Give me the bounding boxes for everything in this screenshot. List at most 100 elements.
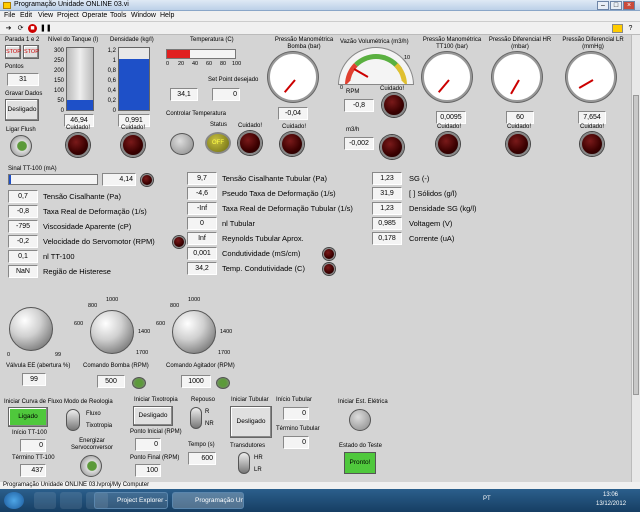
taskbar: Project Explorer - ... Programação Unida…: [0, 489, 640, 512]
pressao-tt100-label: Pressão Manométrica TT100 (bar): [422, 37, 482, 50]
task-programacao[interactable]: Programação Unida...: [172, 492, 244, 509]
ligar-flush-label: Ligar Flush: [6, 127, 36, 133]
cuidado-label-5: Cuidado!: [380, 86, 405, 92]
vertical-scrollbar[interactable]: [631, 35, 640, 482]
valvula-input[interactable]: 99: [22, 373, 46, 386]
setpoint-label: Set Point desejado: [208, 77, 259, 83]
repouso-switch[interactable]: [190, 407, 202, 429]
col3-label: Densidade SG (kg/l): [409, 204, 477, 213]
agitador-tick: 800: [170, 303, 180, 309]
modo-switch[interactable]: [66, 409, 80, 431]
close-button[interactable]: ×: [623, 1, 635, 10]
pause-icon[interactable]: ❚❚: [40, 24, 52, 33]
col1-label: Velocidade do Servomotor (RPM): [43, 237, 155, 246]
agitador-tick: 1000: [188, 297, 201, 303]
agitador-label: Comando Agitador (RPM): [166, 363, 235, 369]
abort-icon[interactable]: ■: [28, 24, 37, 33]
curva-fluxo-button[interactable]: Ligado: [8, 407, 48, 427]
cuidado-label-2: Cuidado!: [121, 125, 146, 131]
minimize-button[interactable]: –: [597, 1, 609, 10]
setpoint-input[interactable]: 0: [212, 88, 240, 101]
bomba-input[interactable]: 500: [97, 375, 125, 388]
col3-value: 0,985: [372, 217, 402, 230]
est-eletrica-toggle[interactable]: [349, 409, 371, 431]
col2-label: Temp. Condutividade (C): [222, 264, 305, 273]
valvula-knob[interactable]: [9, 307, 53, 351]
col2-label: Taxa Real de Deformação Tubular (1/s): [222, 204, 353, 213]
ponto-inicial-input[interactable]: 0: [135, 438, 161, 451]
termino-tt100-input[interactable]: 437: [20, 464, 46, 477]
gravar-dados-button[interactable]: Desligado: [5, 99, 39, 121]
internet-explorer-icon[interactable]: [34, 492, 56, 509]
dens-tick: 0: [112, 108, 116, 114]
tank-level-indicator: [66, 47, 94, 111]
start-button-icon[interactable]: [4, 492, 24, 509]
inicio-tt100-input[interactable]: 0: [20, 439, 46, 452]
bomba-tick: 600: [74, 321, 84, 327]
menu-operate[interactable]: Operate: [82, 12, 107, 19]
menu-project[interactable]: Project: [57, 12, 79, 19]
folder-icon[interactable]: [60, 492, 82, 509]
tempo-input[interactable]: 600: [188, 452, 216, 465]
transdutores-switch[interactable]: [238, 452, 250, 474]
temp-tick: 40: [192, 61, 199, 67]
tubular-button[interactable]: Desligado: [230, 406, 272, 438]
modo-label: Modo de Reologia: [64, 399, 113, 405]
energizar-toggle[interactable]: [80, 455, 102, 477]
menu-tools[interactable]: Tools: [110, 12, 126, 19]
dens-tick: 0,4: [107, 88, 116, 94]
termino-tubular-input[interactable]: 0: [283, 436, 309, 449]
menu-view[interactable]: View: [38, 12, 53, 19]
ponto-inicial-label: Ponto Inicial (RPM): [130, 429, 182, 435]
inicio-tubular-input[interactable]: 0: [283, 407, 309, 420]
ponto-final-input[interactable]: 100: [135, 464, 161, 477]
ligar-flush-toggle[interactable]: [10, 135, 32, 157]
agitador-input[interactable]: 1000: [181, 375, 211, 388]
cuidado-led-3: [238, 131, 262, 155]
language-indicator[interactable]: PT: [483, 496, 491, 502]
bomba-tick: 1000: [106, 297, 119, 303]
pontos-input[interactable]: 31: [7, 73, 39, 86]
col1-label: nl TT-100: [43, 252, 75, 261]
cuidado-led-5: [382, 93, 406, 117]
run-continuous-icon[interactable]: ⟳: [16, 24, 25, 33]
col1-value: -0,2: [8, 235, 38, 248]
cuidado-label-9: Cuidado!: [580, 124, 605, 130]
col3-label: Voltagem (V): [409, 219, 453, 228]
controlar-toggle[interactable]: [170, 133, 194, 155]
menu-help[interactable]: Help: [160, 12, 174, 19]
rpm-label: RPM: [346, 89, 360, 95]
pressao-lr-gauge: [566, 52, 616, 102]
nivel-tick: 300: [53, 48, 64, 54]
stop-button-1[interactable]: STOP: [5, 45, 21, 59]
menu-edit[interactable]: Edit: [20, 12, 32, 19]
bomba-knob[interactable]: [90, 310, 134, 354]
scroll-thumb[interactable]: [633, 95, 639, 395]
help-icon[interactable]: ?: [626, 24, 635, 33]
tixotropia-button[interactable]: Desligado: [133, 406, 173, 426]
col2-value: 9,7: [187, 172, 217, 185]
agitador-knob[interactable]: [172, 310, 216, 354]
repouso-label: Repouso: [191, 397, 216, 403]
project-path: Programação Unidade ONLINE 03.lvproj/My …: [3, 482, 150, 488]
temp-tick: 100: [232, 61, 242, 67]
cuidado-label-3: Cuidado!: [238, 123, 263, 129]
pressao-hr-gauge: [492, 52, 542, 102]
temperature-fill: [167, 50, 191, 58]
col2-value: -4,6: [187, 187, 217, 200]
nivel-scale: 300 250 200 150 100 50 0: [46, 48, 64, 114]
agitador-tick: 600: [156, 321, 166, 327]
bomba-toggle[interactable]: [132, 377, 146, 389]
col1-label: Região de Histerese: [43, 267, 111, 276]
stop-button-2[interactable]: STOP: [23, 45, 39, 59]
run-arrow-icon[interactable]: ➔: [4, 24, 13, 33]
cuidado-label-1: Cuidado!: [66, 125, 91, 131]
alarm-led: [323, 263, 335, 275]
menu-file[interactable]: File: [4, 12, 15, 19]
menu-window[interactable]: Window: [131, 12, 156, 19]
maximize-button[interactable]: □: [610, 1, 622, 10]
col1-value: -0,8: [8, 205, 38, 218]
task-project-explorer[interactable]: Project Explorer - ...: [94, 492, 168, 509]
alarm-led: [173, 236, 185, 248]
agitador-toggle[interactable]: [216, 377, 230, 389]
